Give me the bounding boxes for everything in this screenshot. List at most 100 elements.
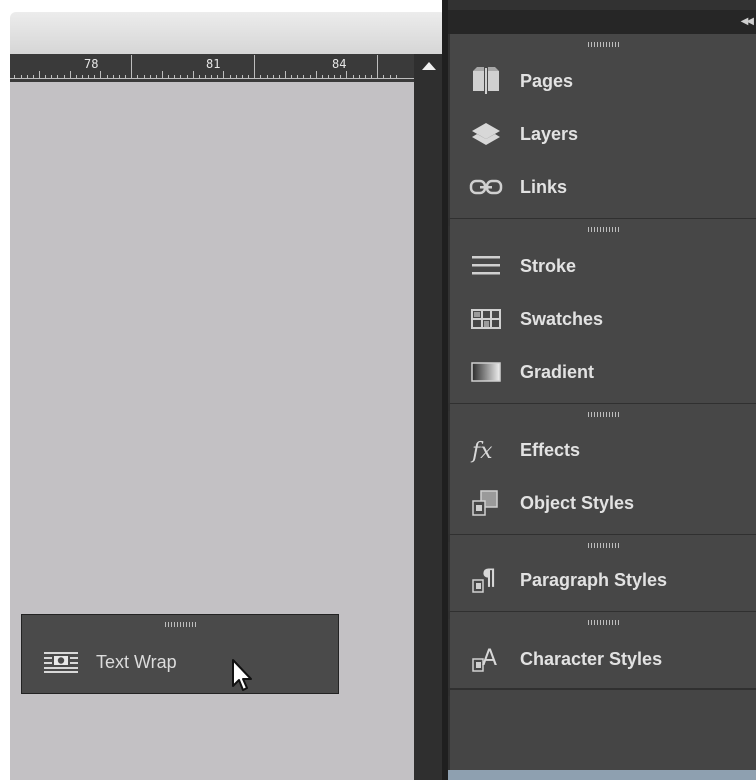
ruler-tick — [211, 75, 213, 79]
panel-grip-icon[interactable] — [588, 42, 620, 47]
ruler-tick — [309, 75, 311, 79]
ruler-tick — [340, 75, 342, 79]
panel-grip-icon[interactable] — [165, 622, 197, 627]
ruler-tick — [69, 71, 71, 79]
ruler-tick — [75, 75, 77, 79]
ruler-tick — [358, 75, 360, 79]
pages-label: Pages — [520, 70, 574, 91]
gradient-label: Gradient — [520, 361, 595, 382]
effects-icon: fx — [468, 435, 504, 465]
ruler-tick — [125, 75, 127, 79]
ruler-tick — [205, 75, 206, 79]
text-wrap-label: Text Wrap — [96, 651, 177, 672]
character-styles-icon: A — [468, 644, 504, 674]
paragraph-styles-icon: ¶ — [468, 565, 504, 595]
panel-dock: ◀◀ Pages Layers Links Stroke Swatches Gr… — [448, 0, 756, 780]
ruler-tick — [377, 55, 379, 79]
layers-icon — [468, 119, 504, 149]
ruler-tick — [352, 75, 354, 79]
ruler-tick — [26, 75, 28, 79]
pages-panel-button[interactable]: Pages — [450, 58, 756, 104]
links-panel-button[interactable]: Links — [450, 164, 756, 210]
character-styles-panel-button[interactable]: A Character Styles — [450, 636, 756, 682]
panel-group-3: fx Effects Object Styles — [450, 404, 756, 534]
ruler-tick — [100, 71, 102, 79]
ruler-tick — [254, 55, 256, 79]
ruler-tick — [260, 75, 262, 79]
ruler-tick — [321, 75, 323, 79]
panel-group-5: A Character Styles — [450, 612, 756, 688]
document-title-bar[interactable] — [10, 12, 446, 54]
ruler-tick — [63, 75, 65, 79]
ruler-tick — [112, 75, 114, 79]
ruler-tick — [82, 75, 83, 79]
object-styles-label: Object Styles — [520, 492, 635, 513]
ruler-tick — [186, 75, 188, 79]
ruler-tick — [38, 71, 40, 79]
ruler-tick — [161, 71, 163, 79]
ruler-tick — [315, 71, 317, 79]
character-styles-label: Character Styles — [520, 648, 663, 669]
dock-empty-area — [450, 690, 756, 770]
dock-header[interactable] — [448, 10, 756, 34]
collapse-dock-icon[interactable]: ◀◀ — [741, 16, 754, 27]
scroll-up-arrow-icon[interactable] — [422, 62, 436, 70]
window-edge — [0, 54, 10, 780]
ruler-tick — [137, 75, 139, 79]
ruler-tick — [395, 75, 397, 79]
ruler-label-84: 84 — [332, 57, 347, 71]
panel-group-4: ¶ Paragraph Styles — [450, 535, 756, 611]
ruler-tick — [284, 71, 286, 79]
ruler-tick — [45, 75, 47, 79]
ruler-tick — [168, 75, 170, 79]
ruler-tick — [94, 75, 96, 79]
ruler-tick — [20, 75, 22, 79]
swatches-panel-button[interactable]: Swatches — [450, 296, 756, 342]
ruler-tick — [192, 71, 194, 79]
ruler-tick — [297, 75, 299, 79]
ruler-tick — [235, 75, 237, 79]
document-window-top — [0, 0, 446, 12]
gradient-panel-button[interactable]: Gradient — [450, 349, 756, 395]
ruler-tick — [223, 71, 225, 79]
panel-grip-icon[interactable] — [588, 412, 620, 417]
ruler-label-78: 78 — [84, 57, 99, 71]
links-label: Links — [520, 176, 568, 197]
ruler-tick — [106, 75, 108, 79]
ruler-tick — [278, 75, 280, 79]
ruler-tick — [180, 75, 182, 79]
dock-footer — [448, 770, 756, 780]
ruler-tick — [118, 75, 120, 79]
paragraph-styles-panel-button[interactable]: ¶ Paragraph Styles — [450, 557, 756, 603]
ruler-tick — [32, 75, 34, 79]
horizontal-ruler[interactable]: 78 81 84 — [10, 54, 414, 82]
text-wrap-icon — [44, 651, 78, 673]
gradient-icon — [468, 357, 504, 387]
ruler-tick — [131, 55, 133, 79]
stroke-panel-button[interactable]: Stroke — [450, 243, 756, 289]
links-icon — [468, 172, 504, 202]
panel-grip-icon[interactable] — [588, 227, 620, 232]
ruler-label-81: 81 — [206, 57, 221, 71]
layers-panel-button[interactable]: Layers — [450, 111, 756, 157]
panel-grip-icon[interactable] — [588, 620, 620, 625]
ruler-tick — [217, 75, 219, 79]
panel-grip-icon[interactable] — [588, 543, 620, 548]
ruler-tick — [174, 75, 176, 79]
ruler-tick — [57, 75, 59, 79]
text-wrap-button[interactable]: Text Wrap — [44, 645, 304, 679]
effects-panel-button[interactable]: fx Effects — [450, 427, 756, 473]
object-styles-panel-button[interactable]: Object Styles — [450, 480, 756, 526]
ruler-tick — [155, 75, 157, 79]
ruler-tick — [88, 75, 90, 79]
ruler-tick — [303, 75, 305, 79]
svg-text:A: A — [482, 646, 497, 671]
ruler-tick — [266, 75, 268, 79]
svg-text:fx: fx — [470, 439, 493, 464]
ruler-tick — [143, 75, 145, 79]
ruler-tick — [229, 75, 231, 79]
text-wrap-panel[interactable]: Text Wrap — [21, 614, 339, 694]
stroke-label: Stroke — [520, 255, 577, 276]
mouse-pointer-icon — [232, 659, 252, 691]
effects-label: Effects — [520, 439, 581, 460]
